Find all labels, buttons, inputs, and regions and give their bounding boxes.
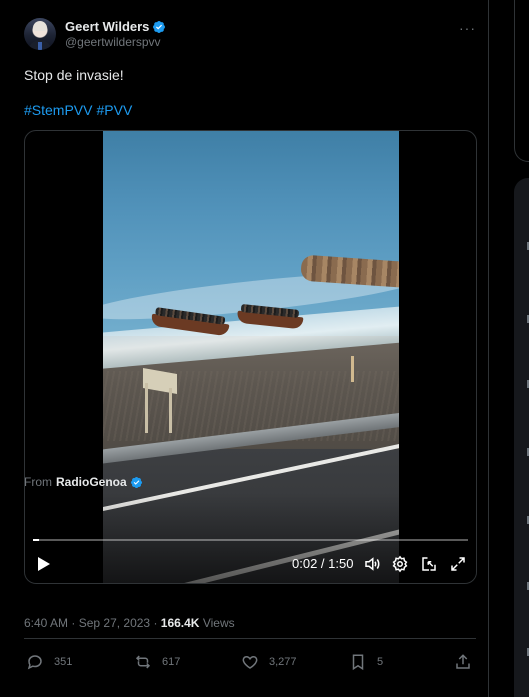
tweet: Geert Wilders @geertwilderspvv ··· Stop …: [24, 18, 477, 671]
video-source: From RadioGenoa: [24, 475, 143, 489]
more-icon[interactable]: ···: [459, 20, 476, 36]
repost-icon: [135, 655, 151, 669]
hashtag-link[interactable]: #StemPVV: [24, 102, 92, 118]
meta-separator: ·: [150, 616, 161, 630]
video-post: [351, 356, 354, 382]
verified-badge-icon: [153, 20, 166, 33]
pip-icon[interactable]: [418, 552, 440, 576]
avatar-tie: [38, 42, 42, 50]
settings-icon[interactable]: [389, 552, 411, 576]
repost-count: 617: [162, 656, 181, 668]
page: Geert Wilders @geertwilderspvv ··· Stop …: [0, 0, 529, 697]
fullscreen-icon[interactable]: [447, 552, 469, 576]
views-label: Views: [199, 616, 235, 630]
tweet-time[interactable]: 6:40 AM: [24, 616, 68, 630]
bookmark-icon: [352, 654, 364, 671]
hashtags: #StemPVV #PVV: [24, 102, 476, 118]
video-controls: 0:02 / 1:50: [25, 552, 476, 576]
bookmark-count: 5: [377, 656, 384, 668]
verified-badge-icon: [130, 476, 142, 488]
divider: [24, 638, 476, 639]
source-name[interactable]: RadioGenoa: [56, 475, 127, 489]
reply-icon: [27, 655, 42, 670]
like-count: 3,277: [269, 656, 297, 668]
like-button[interactable]: 3,277: [241, 653, 297, 671]
tweet-header: Geert Wilders @geertwilderspvv ···: [24, 18, 476, 58]
views-count[interactable]: 166.4K: [161, 616, 200, 630]
bookmark-button[interactable]: 5: [349, 653, 383, 671]
tweet-meta: 6:40 AM · Sep 27, 2023 · 166.4K Views: [24, 616, 235, 630]
video-post: [169, 388, 172, 433]
repost-button[interactable]: 617: [134, 653, 180, 671]
source-prefix: From: [24, 475, 52, 489]
like-icon: [242, 655, 258, 669]
author-name[interactable]: Geert Wilders: [65, 19, 149, 34]
tweet-text: Stop de invasie!: [24, 67, 124, 83]
video-player[interactable]: 0:02 / 1:50: [24, 130, 477, 584]
sidebar-card-bottom: [514, 178, 529, 697]
video-progress-fill: [33, 539, 39, 541]
share-button[interactable]: [454, 653, 482, 671]
author-name-row[interactable]: Geert Wilders: [65, 18, 166, 35]
author-handle[interactable]: @geertwilderspvv: [65, 35, 166, 50]
tweet-date[interactable]: Sep 27, 2023: [79, 616, 150, 630]
meta-separator: ·: [68, 616, 79, 630]
reply-count: 351: [54, 656, 73, 668]
action-bar: 351 617 3,277 5: [24, 653, 476, 675]
video-post: [145, 383, 148, 433]
sidebar-card-top: [514, 0, 529, 162]
author-block: Geert Wilders @geertwilderspvv: [65, 18, 166, 50]
reply-button[interactable]: 351: [26, 653, 72, 671]
play-icon[interactable]: [34, 552, 54, 576]
video-progress-bar[interactable]: [33, 539, 468, 541]
video-time: 0:02 / 1:50: [292, 556, 354, 571]
hashtag-link[interactable]: #PVV: [96, 102, 132, 118]
volume-icon[interactable]: [361, 552, 383, 576]
avatar[interactable]: [24, 18, 56, 50]
share-icon: [456, 654, 470, 669]
